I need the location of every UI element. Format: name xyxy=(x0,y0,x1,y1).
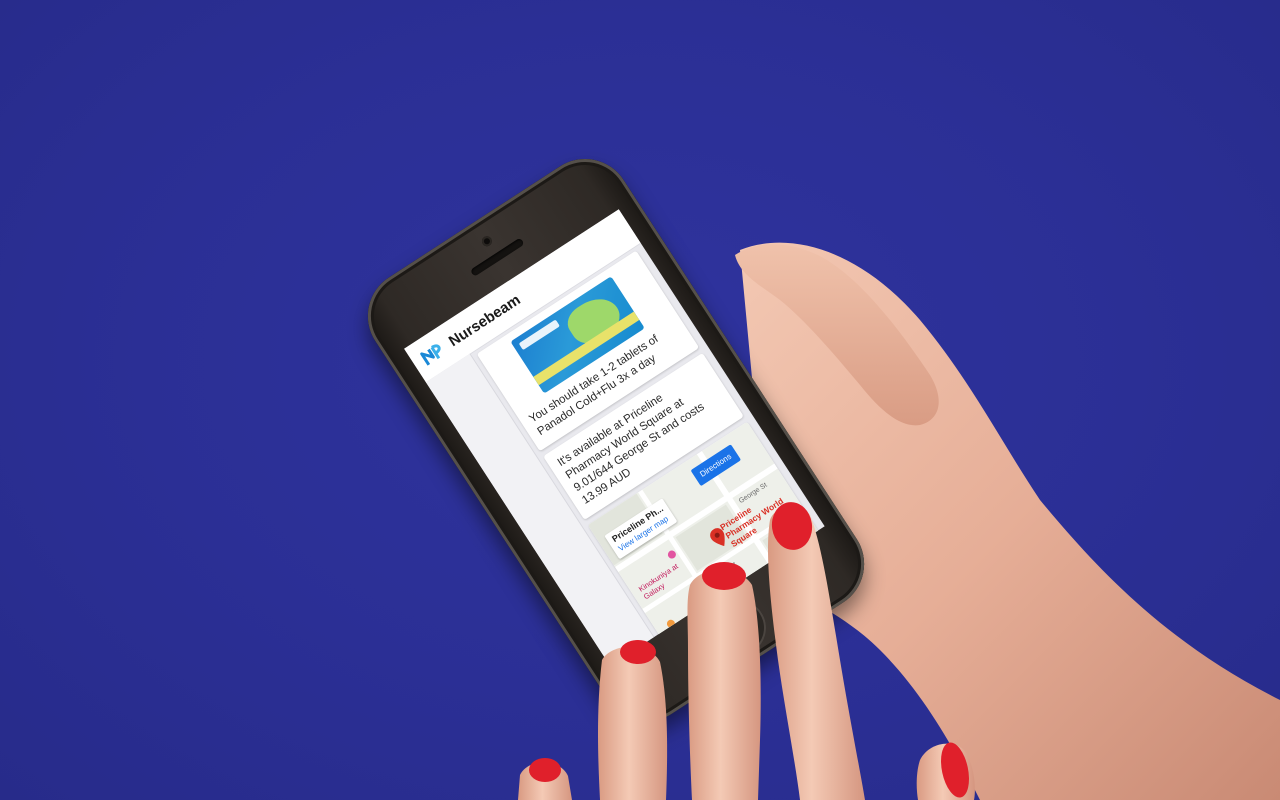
fingernail xyxy=(702,562,746,590)
fingernail xyxy=(620,640,656,664)
index-finger xyxy=(767,505,865,800)
tapping-hand xyxy=(518,502,975,800)
ring-finger xyxy=(598,646,668,800)
middle-finger xyxy=(687,570,761,800)
fingernail xyxy=(529,758,561,782)
photo-scene: Nursebeam You should take 1-2 tablets of… xyxy=(0,0,1280,800)
